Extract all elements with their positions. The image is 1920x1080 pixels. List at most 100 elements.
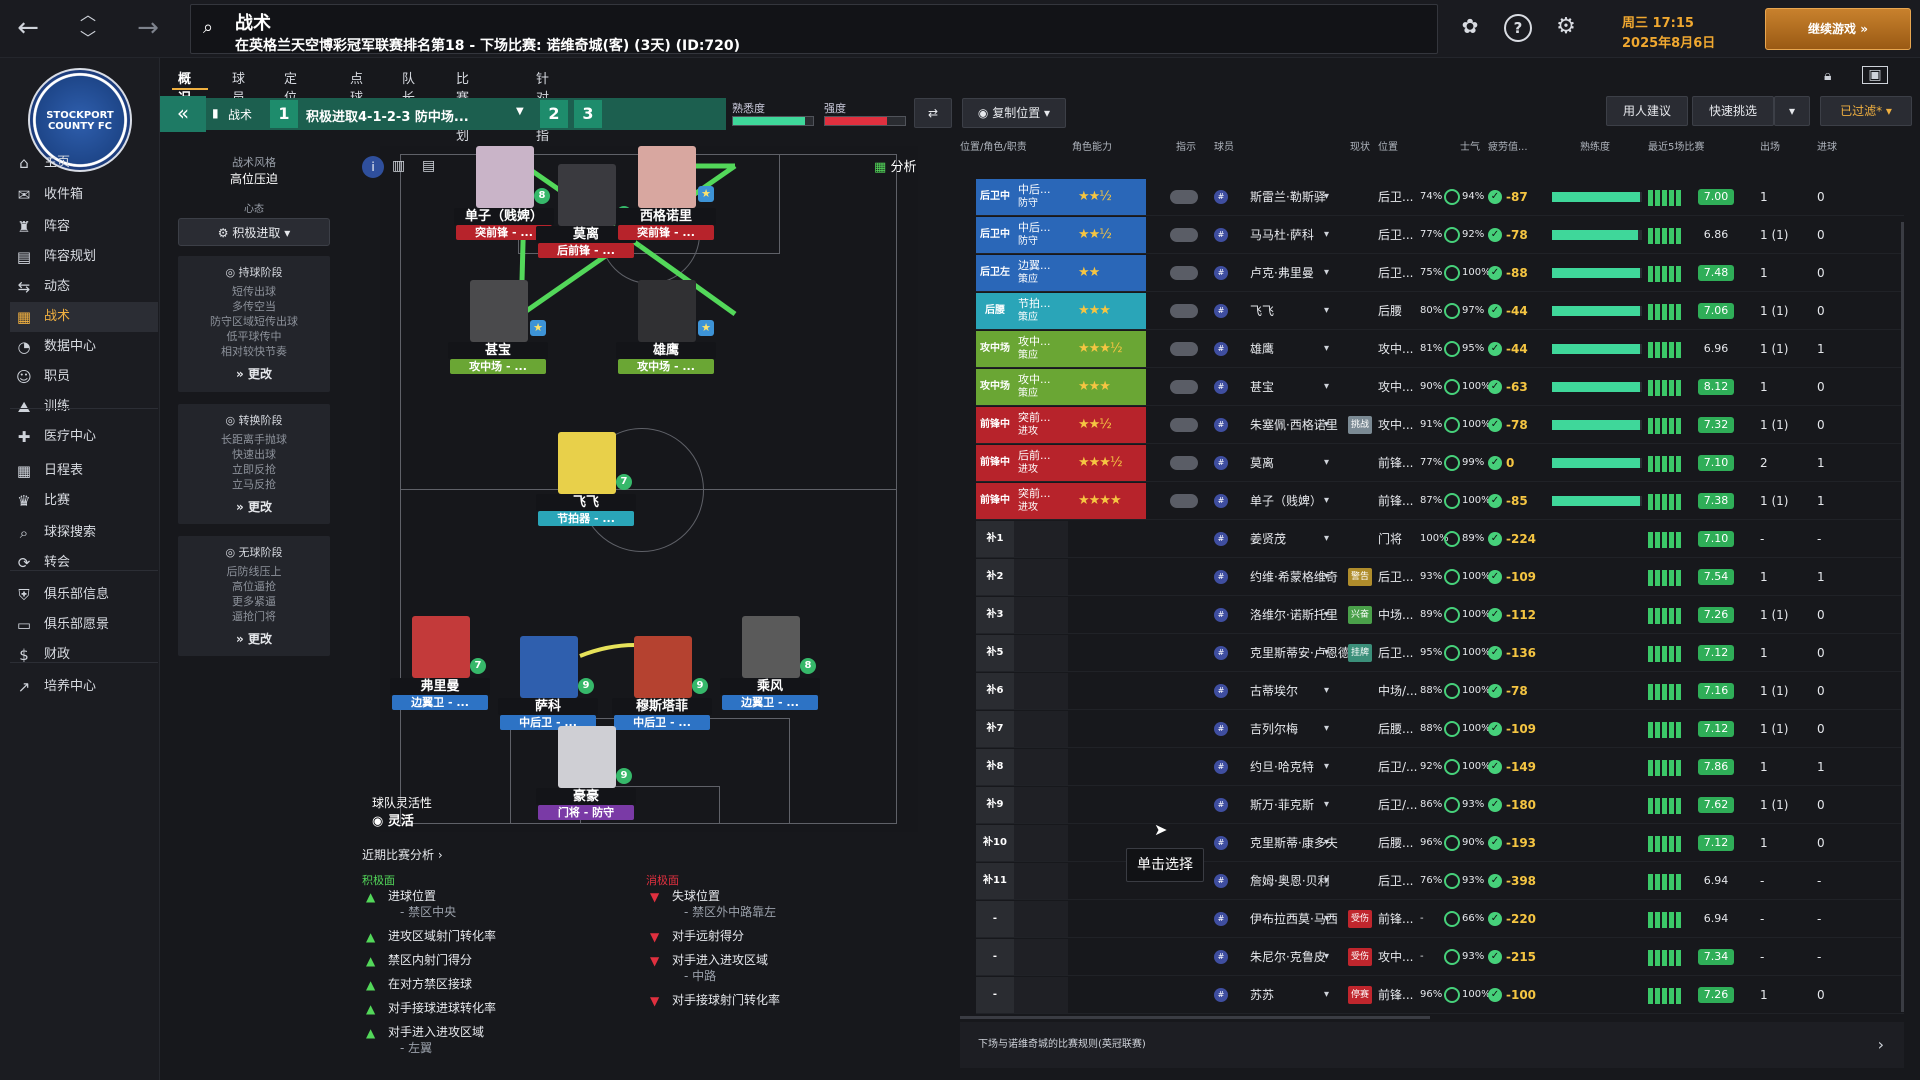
table-row[interactable]: 补6 # 古蒂埃尔 ▾ 中场/... 88% 100% ✓ -78 7.16 1 (1) 0 xyxy=(960,672,1904,710)
slot-label[interactable]: 补1 xyxy=(976,521,1014,557)
chevron-down-icon[interactable]: ▾ xyxy=(1324,406,1329,444)
role-cell[interactable]: 中后... 防守 xyxy=(1014,217,1068,253)
sidebar-item-15[interactable]: ▭ 俱乐部愿景 xyxy=(10,610,158,640)
player-name[interactable]: 雄鹰 xyxy=(1250,330,1360,368)
player-name[interactable]: 飞飞 xyxy=(1250,292,1360,330)
slot-label[interactable]: 补10 xyxy=(976,825,1014,861)
scrollbar[interactable] xyxy=(1901,222,1904,1012)
transition-more[interactable]: » 更改 xyxy=(178,498,330,515)
analysis-button[interactable]: ▦ 分析 xyxy=(874,156,916,175)
col-condition[interactable]: 疲劳值... xyxy=(1488,138,1528,153)
player-role[interactable]: 攻中场 - ... xyxy=(618,359,714,374)
in-possession-panel[interactable]: ◎ 持球阶段 短传出球 多传空当 防守区域短传出球 低平球传中 相对较快节奏 »… xyxy=(178,256,330,392)
table-row[interactable]: 补8 # 约旦·哈克特 ▾ 后卫/... 92% 100% ✓ -149 7.86 1 1 xyxy=(960,748,1904,786)
player-name[interactable]: 约维·希蒙格维奇 xyxy=(1250,558,1360,596)
tactic-style[interactable]: 战术风格 高位压迫 xyxy=(178,154,330,187)
player-role[interactable]: 边翼卫 - ... xyxy=(722,695,818,710)
table-row[interactable]: 前锋中 后前... 进攻 ★★★½ # 莫离 ▾ 前锋... 77% 99% ✓ 0 7.10 2 1 xyxy=(960,444,1904,482)
chevron-down-icon[interactable]: ▾ xyxy=(1324,292,1329,330)
player-name[interactable]: 古蒂埃尔 xyxy=(1250,672,1360,710)
slot-label[interactable]: 补5 xyxy=(976,635,1014,671)
slot-label[interactable]: 攻中场左 xyxy=(976,369,1014,428)
sidebar-item-9[interactable]: ✚ 医疗中心 xyxy=(10,422,158,452)
slot-label[interactable]: 前锋中左 xyxy=(976,483,1014,542)
chevron-down-icon[interactable]: ▾ xyxy=(1324,330,1329,368)
slot-label[interactable]: 后卫中左 xyxy=(976,217,1014,276)
col-pos[interactable]: 位置 xyxy=(1378,138,1398,153)
pitch-player[interactable]: 7 飞飞 节拍器 - ... xyxy=(526,432,646,552)
col-player[interactable]: 球员 xyxy=(1214,138,1234,153)
pitch-player[interactable]: ★ 甚宝 攻中场 - ... xyxy=(438,280,558,400)
sidebar-item-16[interactable]: $ 财政 xyxy=(10,640,158,670)
pitch-player[interactable]: ★ 西格诺里 突前锋 - ... xyxy=(606,146,726,266)
player-role[interactable]: 边翼卫 - ... xyxy=(392,695,488,710)
instruction-toggle[interactable] xyxy=(1170,266,1198,280)
tactic-slot-3[interactable]: 3 xyxy=(574,100,602,128)
player-name[interactable]: 莫离 xyxy=(1250,444,1360,482)
out-of-possession-panel[interactable]: ◎ 无球阶段 后防线压上 高位逼抢 更多紧逼 逼抢门将 » 更改 xyxy=(178,536,330,656)
role-cell[interactable]: 边翼... 策应 xyxy=(1014,255,1068,291)
chevron-down-icon[interactable]: ▾ xyxy=(1324,710,1329,748)
table-row[interactable]: 补3 # 洛维尔·诺斯托里 ▾ 兴奋 中场... 89% 100% ✓ -112 7.26 1 (1)… xyxy=(960,596,1904,634)
player-role[interactable]: 突前锋 - ... xyxy=(618,225,714,240)
sidebar-item-10[interactable]: ▦ 日程表 xyxy=(10,456,158,486)
pitch-player[interactable]: 9 豪豪 门将 - 防守 xyxy=(526,726,646,846)
player-name[interactable]: 单子（贱婢） xyxy=(1250,482,1360,520)
role-cell[interactable]: 突前... 进攻 xyxy=(1014,483,1068,519)
tactic-slot-1[interactable]: 1 xyxy=(270,100,298,128)
instruction-toggle[interactable] xyxy=(1170,380,1198,394)
player-name[interactable]: 斯雷兰·勒斯驿 xyxy=(1250,178,1360,216)
chevron-down-icon[interactable]: ﹀ xyxy=(70,24,106,54)
chevron-down-icon[interactable]: ▾ xyxy=(1324,900,1329,938)
chevron-down-icon[interactable]: ▾ xyxy=(1324,482,1329,520)
table-row[interactable]: 补7 # 吉列尔梅 ▾ 后腰... 88% 100% ✓ -109 7.12 1 (1) 0 xyxy=(960,710,1904,748)
player-name[interactable]: 朱尼尔·克鲁皮 xyxy=(1250,938,1360,976)
chevron-down-icon[interactable]: ▾ xyxy=(1324,216,1329,254)
chevron-down-icon[interactable]: ▾ xyxy=(1324,824,1329,862)
chevron-down-icon[interactable]: ▾ xyxy=(1324,520,1329,558)
chevron-down-icon[interactable]: ▾ xyxy=(1324,254,1329,292)
sidebar-item-17[interactable]: ↗ 培养中心 xyxy=(10,672,158,702)
col-familiarity[interactable]: 熟练度 xyxy=(1580,138,1610,153)
gear-icon[interactable]: ⚙ xyxy=(1552,14,1580,42)
footer-bar[interactable]: 下场与诺维奇城的比赛规则(英冠联赛) › xyxy=(960,1022,1904,1068)
player-name[interactable]: 甚宝 xyxy=(1250,368,1360,406)
mentality-dropdown[interactable]: ⚙ 积极进取 ▾ xyxy=(178,218,330,246)
col-ability[interactable]: 角色能力 xyxy=(1072,138,1112,153)
player-name[interactable]: 斯万·菲克斯 xyxy=(1250,786,1360,824)
sidebar-item-8[interactable]: ⛰ 训练 xyxy=(10,392,158,422)
table-row[interactable]: 后卫左 边翼... 策应 ★★ # 卢克·弗里曼 ▾ 后卫... 75% 100% ✓ -88 7.48… xyxy=(960,254,1904,292)
role-cell[interactable]: 后前... 进攻 xyxy=(1014,445,1068,481)
advice-button[interactable]: 用人建议 xyxy=(1606,96,1688,126)
table-row[interactable]: 后卫中右中后... 防守 ★★½ # 斯雷兰·勒斯驿▾ 后卫... 74% 94%✓ -87 7.… xyxy=(960,178,1904,238)
copy-position-button[interactable]: ◉ 复制位置 ▾ xyxy=(962,98,1066,128)
slot-label[interactable]: 补6 xyxy=(976,673,1014,709)
table-row[interactable]: 补11 # 詹姆·奥恩·贝利 ▾ 后卫... 76% 93% ✓ -398 6.94 - - xyxy=(960,862,1904,900)
table-row[interactable]: 前锋中左突前... 进攻 ★★★★ # 单子（贱婢）▾ 前锋... 87% 100%✓ -85 7… xyxy=(960,482,1904,542)
chevron-down-icon[interactable]: ▾ xyxy=(1324,748,1329,786)
tactic-name[interactable]: 积极进取4-1-2-3 防中场... xyxy=(306,106,469,125)
team-flex-value[interactable]: ◉ 灵活 xyxy=(372,810,414,829)
chevron-down-icon[interactable]: ▾ xyxy=(1324,786,1329,824)
table-row[interactable]: 攻中场右攻中...策应★★★½#雄鹰▾攻中...81%95%✓-446.961 … xyxy=(960,330,1904,390)
role-cell[interactable]: 攻中... 策应 xyxy=(1014,369,1068,405)
col-goals[interactable]: 进球 xyxy=(1817,138,1837,153)
slot-label[interactable]: - xyxy=(976,901,1014,937)
clipboard-icon[interactable]: ▤ xyxy=(422,158,435,174)
horizontal-scrollbar[interactable] xyxy=(960,1016,1430,1019)
table-row[interactable]: 补10 # 克里斯蒂·康多夫 ▾ 后腰... 96% 90% ✓ -193 7.12 1 0 xyxy=(960,824,1904,862)
player-name[interactable]: 吉列尔梅 xyxy=(1250,710,1360,748)
player-name[interactable]: 姜贤茂 xyxy=(1250,520,1360,558)
quick-pick-dropdown[interactable]: ▾ xyxy=(1774,96,1810,126)
player-name[interactable]: 克里斯蒂·康多夫 xyxy=(1250,824,1360,862)
table-row[interactable]: 前锋中右突前... 进攻 ★★½ # 朱塞佩·西格诺里▾ 挑战攻中... 91% 100%✓-… xyxy=(960,406,1904,466)
sidebar-item-14[interactable]: ⛨ 俱乐部信息 xyxy=(10,580,158,610)
sidebar-item-5[interactable]: ▦ 战术 xyxy=(10,302,158,332)
in-possession-more[interactable]: » 更改 xyxy=(178,365,330,382)
col-instructions[interactable]: 指示 xyxy=(1176,138,1196,153)
slot-label[interactable]: 攻中场右 xyxy=(976,331,1014,390)
chevron-down-icon[interactable]: ▼ xyxy=(516,106,524,117)
table-row[interactable]: - # 苏苏 ▾ 停赛 前锋... 96% 100% ✓ -100 7.26 1 0 xyxy=(960,976,1904,1014)
slot-label[interactable]: 补11 xyxy=(976,863,1014,899)
chevron-down-icon[interactable]: ▾ xyxy=(1324,596,1329,634)
